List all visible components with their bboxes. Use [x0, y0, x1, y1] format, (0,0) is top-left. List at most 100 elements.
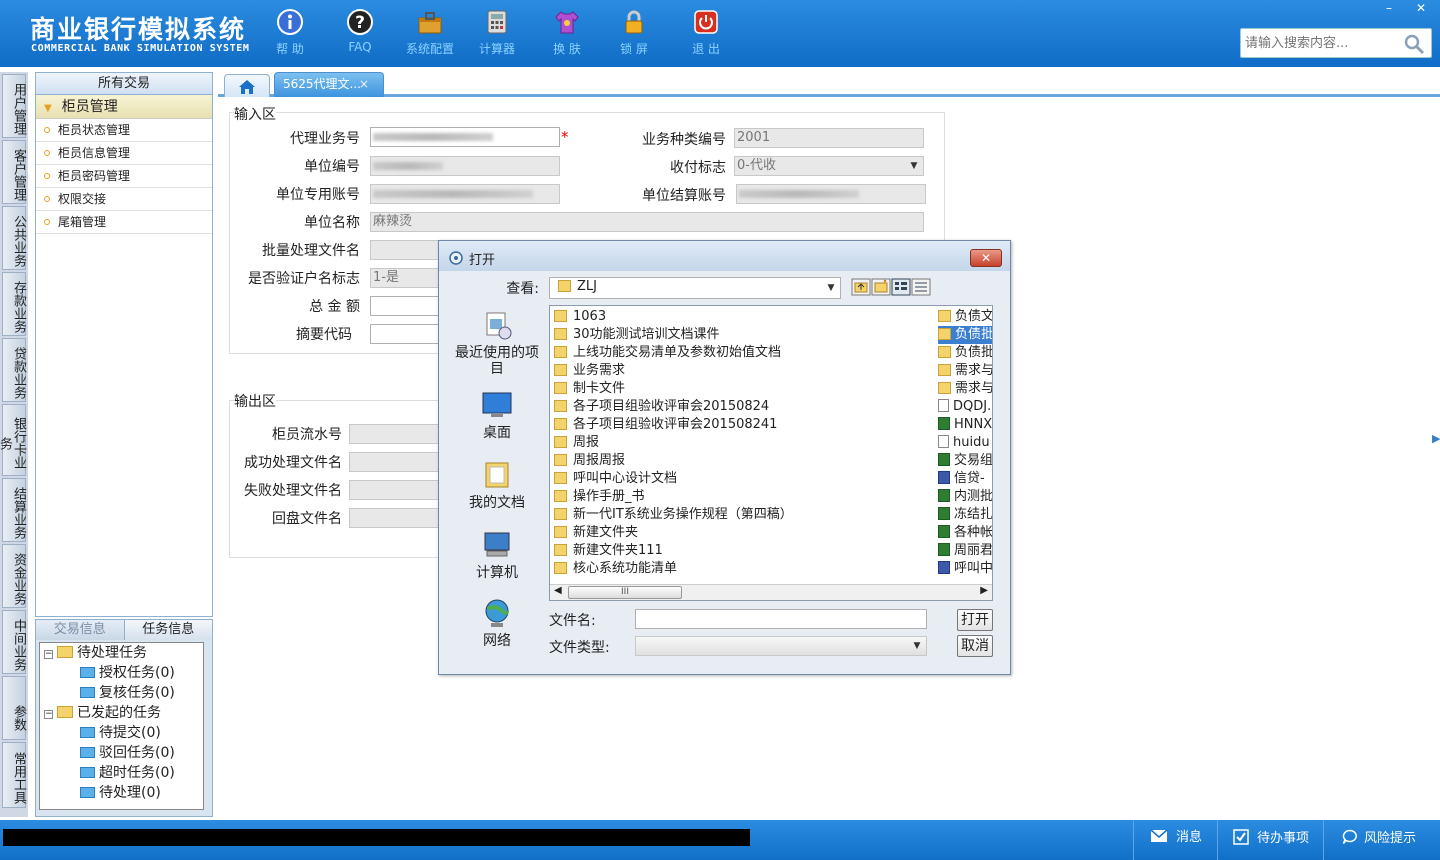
- place-network[interactable]: 网络: [449, 597, 545, 649]
- pay-flag-select[interactable]: 0-代收 ▼: [734, 156, 924, 176]
- file-item[interactable]: 核心系统功能清单: [554, 560, 934, 578]
- place-desktop[interactable]: 桌面: [449, 389, 545, 441]
- look-in-select[interactable]: ZLJ ▼: [549, 277, 841, 299]
- fail-file-field[interactable]: [349, 480, 449, 500]
- file-item[interactable]: 需求与: [938, 362, 992, 380]
- vtab-user-management[interactable]: 用户管理: [2, 74, 26, 138]
- tab-home[interactable]: [224, 74, 270, 97]
- file-item[interactable]: 操作手册_书: [554, 488, 934, 506]
- file-item[interactable]: 新建文件夹: [554, 524, 934, 542]
- change-skin-button[interactable]: 换 肤: [537, 8, 597, 57]
- faq-button[interactable]: ? FAQ: [330, 8, 390, 54]
- place-recent-items[interactable]: 最近使用的项目: [449, 309, 545, 377]
- file-item[interactable]: 各子项目组验收评审会20150824: [554, 398, 934, 416]
- file-item[interactable]: 负债批: [938, 344, 992, 362]
- file-item[interactable]: 内测批: [938, 488, 992, 506]
- file-item[interactable]: 各种帐: [938, 524, 992, 542]
- vtab-settlement-business[interactable]: 结算业务: [2, 478, 26, 542]
- up-folder-icon[interactable]: [851, 278, 871, 296]
- vtab-parameters[interactable]: 参数: [2, 676, 26, 740]
- list-view-icon[interactable]: [891, 278, 911, 296]
- file-item[interactable]: HNNX_: [938, 416, 992, 434]
- vtab-customer-management[interactable]: 客户管理: [2, 140, 26, 204]
- filetype-select[interactable]: ▼: [635, 636, 927, 656]
- success-file-field[interactable]: [349, 452, 449, 472]
- file-item[interactable]: 呼叫中心设计文档: [554, 470, 934, 488]
- file-item[interactable]: 呼叫中: [938, 560, 992, 578]
- risk-alert-button[interactable]: 风险提示: [1342, 829, 1416, 849]
- file-item[interactable]: 周丽君: [938, 542, 992, 560]
- place-computer[interactable]: 计算机: [449, 529, 545, 581]
- help-button[interactable]: 帮 助: [260, 8, 320, 57]
- scroll-thumb[interactable]: III: [568, 586, 682, 599]
- calculator-button[interactable]: 计算器: [467, 8, 527, 57]
- chevron-down-icon[interactable]: ▼: [905, 157, 923, 175]
- scroll-left-icon[interactable]: ◀: [554, 585, 562, 596]
- filename-input[interactable]: [635, 609, 927, 629]
- open-button[interactable]: 打开: [957, 609, 993, 631]
- tree-node-timeout[interactable]: 超时任务(0): [80, 763, 175, 783]
- teller-serial-field[interactable]: [349, 424, 449, 444]
- file-item[interactable]: 冻结扎: [938, 506, 992, 524]
- chevron-down-icon[interactable]: ▼: [822, 279, 840, 297]
- file-item[interactable]: 周报周报: [554, 452, 934, 470]
- vtab-loan-business[interactable]: 贷款业务: [2, 338, 26, 402]
- expand-right-icon[interactable]: ▶: [1432, 432, 1440, 445]
- tree-node-initiated[interactable]: − 已发起的任务: [44, 703, 161, 723]
- vtab-intermediate-business[interactable]: 中间业务: [2, 610, 26, 674]
- file-item[interactable]: DQDJ.: [938, 398, 992, 416]
- unit-no-field[interactable]: [370, 156, 560, 176]
- nav-item-teller-info[interactable]: 柜员信息管理: [36, 142, 212, 165]
- nav-group-teller-management[interactable]: ▼ 柜员管理: [36, 95, 212, 119]
- new-folder-icon[interactable]: [871, 278, 891, 296]
- place-my-documents[interactable]: 我的文档: [449, 459, 545, 511]
- collapse-icon[interactable]: −: [44, 710, 53, 719]
- vtab-fund-business[interactable]: 资金业务: [2, 544, 26, 608]
- biz-type-no-field[interactable]: 2001: [734, 128, 924, 148]
- tree-node-authorize[interactable]: 授权任务(0): [80, 663, 175, 683]
- file-item[interactable]: 1063: [554, 308, 934, 326]
- chevron-down-icon[interactable]: ▼: [908, 637, 926, 655]
- messages-button[interactable]: 消息: [1150, 829, 1202, 849]
- tab-agency-file-5625[interactable]: 5625代理文... ×: [274, 72, 384, 97]
- tab-close-icon[interactable]: ×: [359, 73, 369, 95]
- file-item[interactable]: 信贷-: [938, 470, 992, 488]
- scroll-right-icon[interactable]: ▶: [980, 585, 988, 596]
- exit-button[interactable]: 退 出: [676, 8, 736, 57]
- nav-item-permission-handover[interactable]: 权限交接: [36, 188, 212, 211]
- window-minimize-button[interactable]: –: [1375, 0, 1403, 16]
- file-item[interactable]: huidu: [938, 434, 992, 452]
- vtab-common-tools[interactable]: 常用工具: [2, 742, 26, 808]
- file-item[interactable]: 新一代IT系统业务操作规程（第四稿）: [554, 506, 934, 524]
- dialog-close-button[interactable]: ✕: [970, 249, 1002, 267]
- tree-node-to-process[interactable]: 待处理(0): [80, 783, 161, 803]
- vtab-bank-card-business[interactable]: 银行卡业务: [0, 404, 26, 476]
- details-view-icon[interactable]: [911, 278, 931, 296]
- settle-account-field[interactable]: [736, 184, 926, 204]
- nav-item-cash-box[interactable]: 尾箱管理: [36, 211, 212, 234]
- lock-screen-button[interactable]: 锁 屏: [604, 8, 664, 57]
- dialog-titlebar[interactable]: 打开 ✕: [439, 241, 1010, 271]
- cancel-button[interactable]: 取消: [957, 635, 993, 657]
- tree-node-pending[interactable]: − 待处理任务: [44, 643, 147, 663]
- unit-name-field[interactable]: 麻辣烫: [370, 212, 924, 232]
- file-item[interactable]: 制卡文件: [554, 380, 934, 398]
- file-item[interactable]: 新建文件夹111: [554, 542, 934, 560]
- tree-node-rejected[interactable]: 驳回任务(0): [80, 743, 175, 763]
- file-item[interactable]: 负债文: [938, 308, 992, 326]
- file-item[interactable]: 交易组: [938, 452, 992, 470]
- file-item[interactable]: 30功能测试培训文档课件: [554, 326, 934, 344]
- tab-transaction-info[interactable]: 交易信息: [36, 620, 124, 640]
- tree-node-review[interactable]: 复核任务(0): [80, 683, 175, 703]
- nav-header[interactable]: 所有交易: [36, 73, 212, 95]
- tab-task-info[interactable]: 任务信息: [123, 620, 212, 640]
- file-item[interactable]: 负债批: [938, 326, 992, 344]
- nav-item-teller-password[interactable]: 柜员密码管理: [36, 165, 212, 188]
- nav-item-teller-status[interactable]: 柜员状态管理: [36, 119, 212, 142]
- file-item[interactable]: 业务需求: [554, 362, 934, 380]
- search-icon[interactable]: [1403, 33, 1425, 55]
- collapse-icon[interactable]: −: [44, 650, 53, 659]
- horizontal-scrollbar[interactable]: ◀ III ▶: [550, 584, 992, 600]
- file-item[interactable]: 周报: [554, 434, 934, 452]
- system-config-button[interactable]: 系统配置: [400, 8, 460, 57]
